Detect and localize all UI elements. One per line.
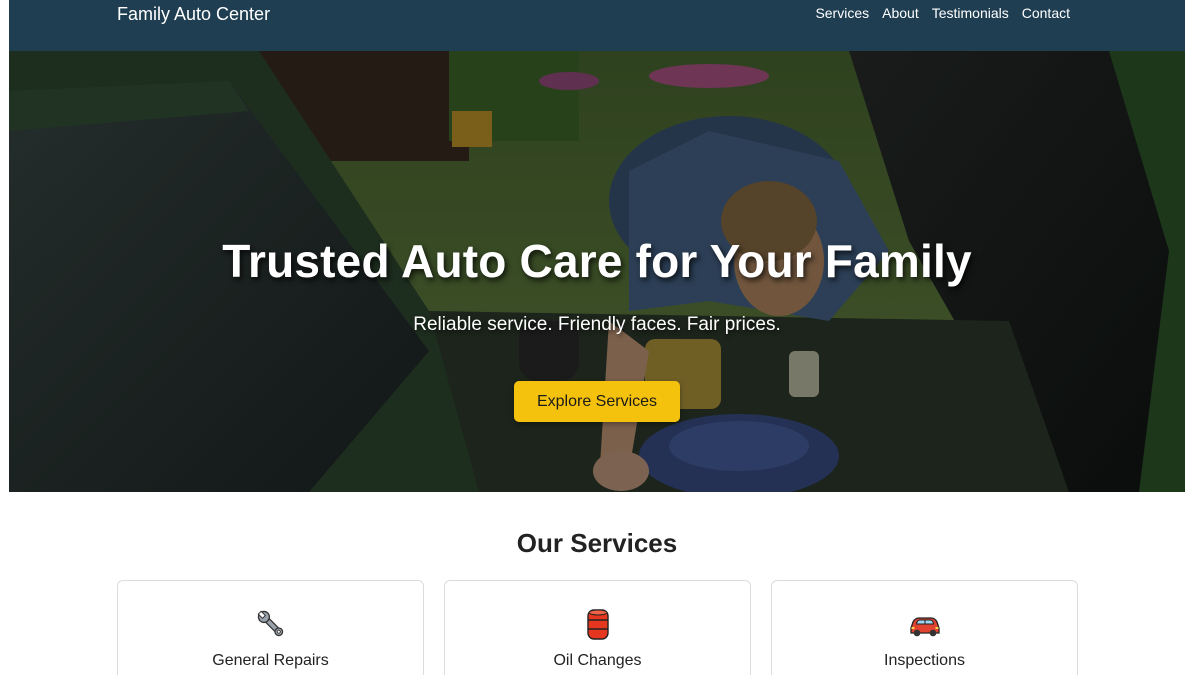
service-card-oil-changes[interactable]: Oil Changes [444, 580, 751, 675]
hero-title: Trusted Auto Care for Your Family [222, 235, 972, 287]
oil-drum-icon [445, 607, 750, 641]
nav-link-contact[interactable]: Contact [1022, 5, 1070, 21]
wrench-icon [118, 607, 423, 641]
nav-link-about[interactable]: About [882, 5, 919, 21]
service-card-title: Oil Changes [553, 652, 642, 669]
brand-logo-text[interactable]: Family Auto Center [117, 4, 270, 25]
service-card-inspections[interactable]: Inspections [771, 580, 1078, 675]
car-icon [772, 607, 1077, 641]
hero-subtitle: Reliable service. Friendly faces. Fair p… [413, 314, 781, 335]
nav-link-services[interactable]: Services [815, 5, 869, 21]
nav-links: Services About Testimonials Contact [815, 5, 1070, 21]
nav-link-testimonials[interactable]: Testimonials [932, 5, 1009, 21]
services-heading: Our Services [516, 528, 678, 558]
hero-section: Trusted Auto Care for Your Family Reliab… [9, 51, 1185, 492]
page: Family Auto Center Services About Testim… [9, 0, 1185, 675]
explore-services-button[interactable]: Explore Services [514, 381, 680, 422]
service-card-general-repairs[interactable]: General Repairs [117, 580, 424, 675]
service-card-title: Inspections [884, 652, 965, 669]
navbar: Family Auto Center Services About Testim… [9, 0, 1185, 51]
service-card-title: General Repairs [212, 652, 329, 669]
